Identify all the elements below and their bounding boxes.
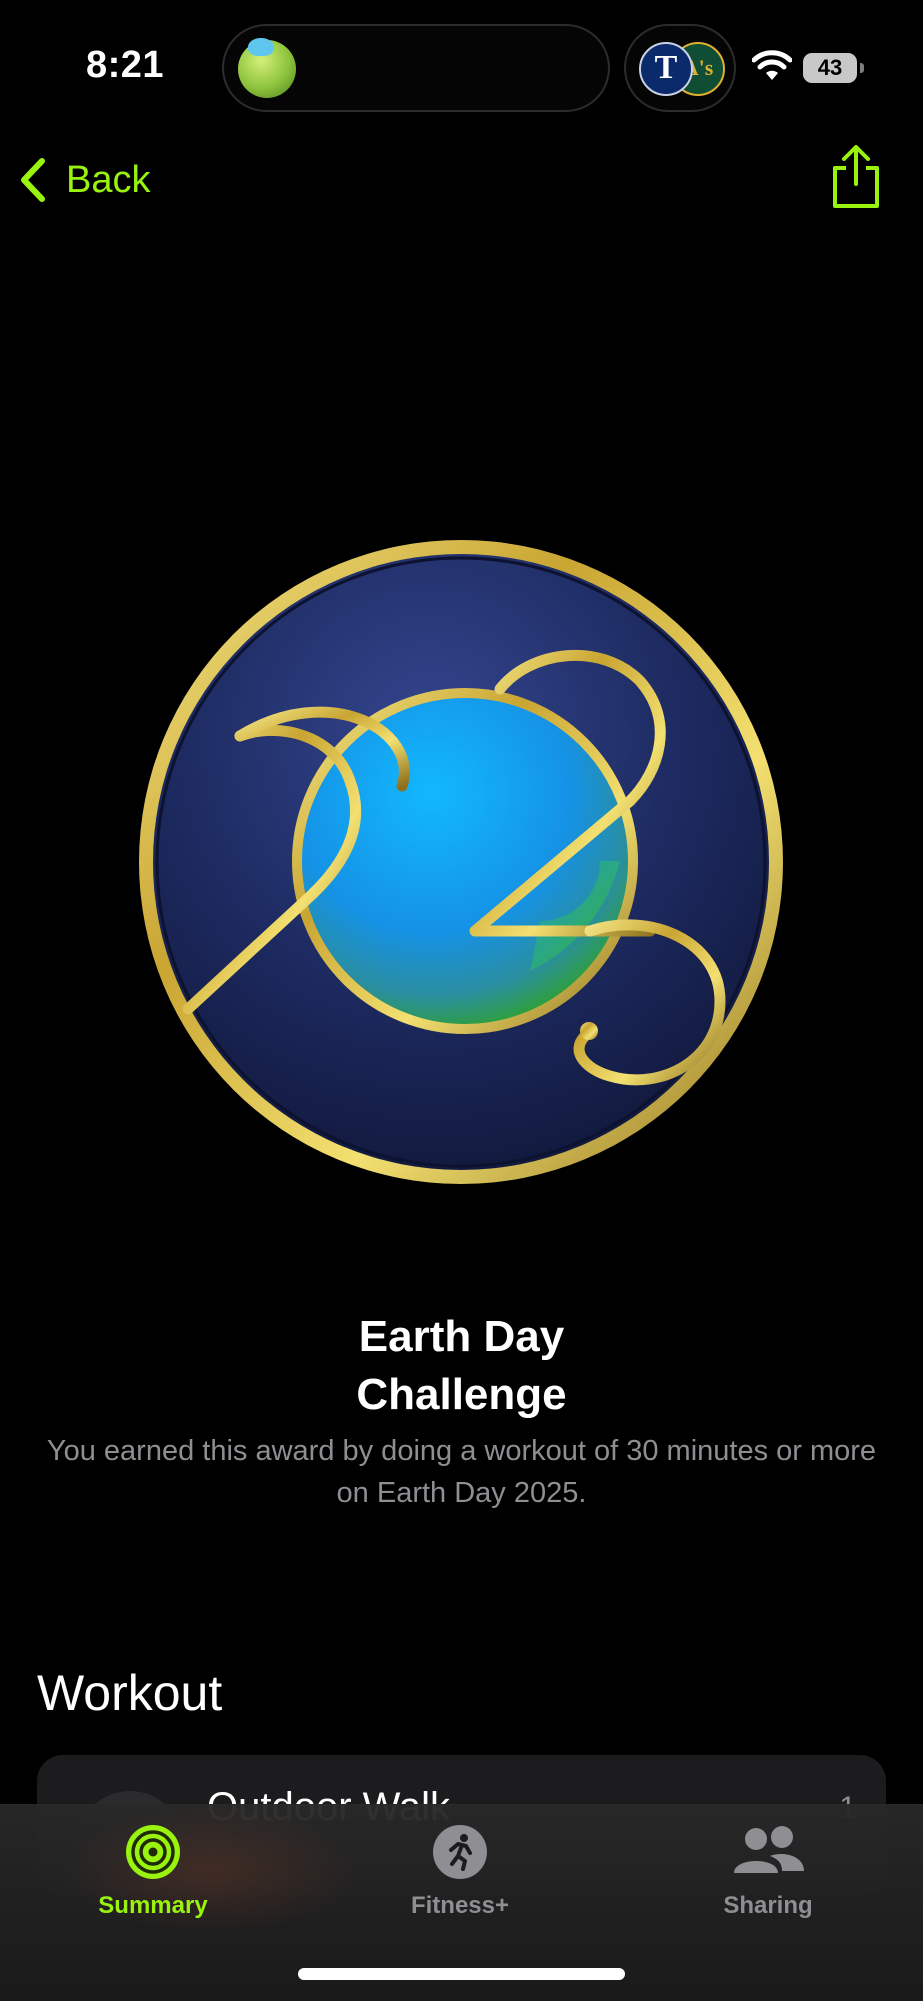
award-title-line2: Challenge (356, 1370, 567, 1419)
tab-summary[interactable]: Summary (53, 1823, 253, 1920)
tab-fitness-plus-label: Fitness+ (410, 1892, 510, 1919)
dynamic-island[interactable] (222, 24, 610, 112)
chevron-left-icon (21, 158, 45, 202)
award-description: You earned this award by doing a workout… (46, 1435, 877, 1509)
status-bar: 8:21 A's T 43 (0, 0, 923, 130)
app-icon (238, 38, 296, 98)
tab-fitness-plus[interactable]: Fitness+ (360, 1823, 560, 1920)
status-time: 8:21 (86, 44, 165, 86)
tab-summary-label: Summary (98, 1892, 208, 1919)
award-title: Earth Day Challenge (0, 1308, 923, 1424)
award-title-line1: Earth Day (358, 1312, 565, 1361)
earth-day-2025-medal (139, 540, 783, 1184)
back-label: Back (66, 158, 151, 201)
activity-rings-icon (126, 1825, 180, 1879)
workout-section-heading: Workout (37, 1665, 223, 1721)
team-logo-rangers: T (639, 42, 693, 96)
live-activity-scores[interactable]: A's T (624, 24, 736, 112)
tab-sharing-label: Sharing (723, 1892, 813, 1919)
home-indicator[interactable] (298, 1968, 625, 1980)
wifi-icon (752, 50, 792, 80)
running-figure-icon (433, 1825, 487, 1879)
people-icon (734, 1826, 804, 1873)
share-icon[interactable] (828, 144, 884, 210)
back-button[interactable]: Back (18, 150, 150, 210)
tab-sharing[interactable]: Sharing (668, 1823, 868, 1920)
battery-indicator: 43 (803, 53, 864, 83)
